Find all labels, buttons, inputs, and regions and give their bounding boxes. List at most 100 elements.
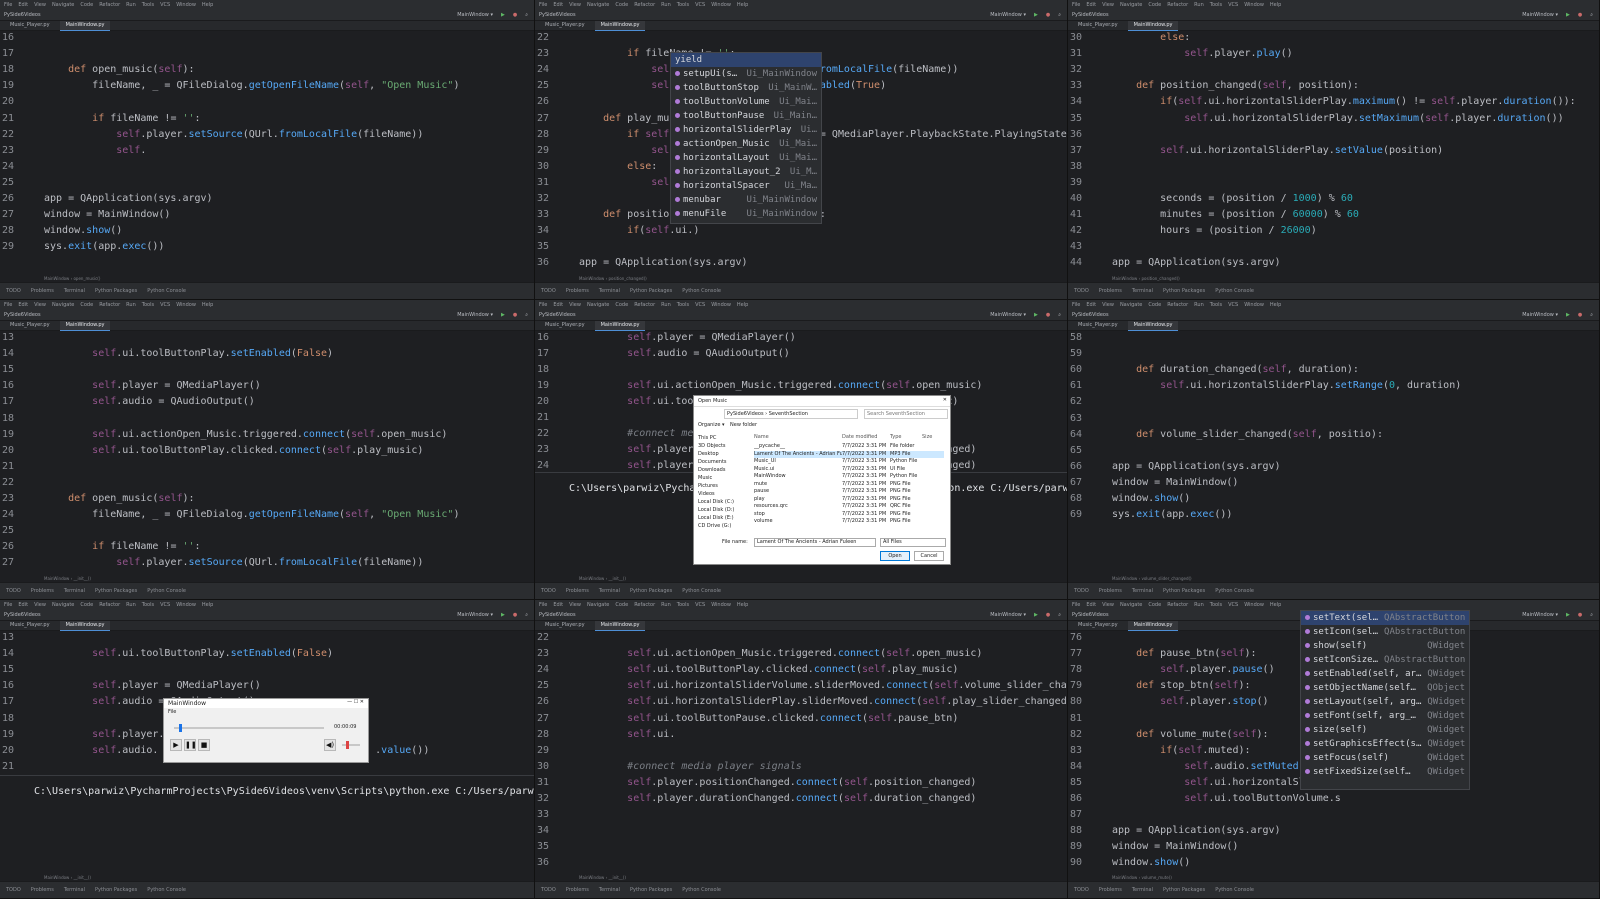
breadcrumb[interactable]: MainWindow › __init__() xyxy=(44,576,91,581)
code-editor[interactable]: 13 14 self.ui.toolButtonPlay.setEnabled(F… xyxy=(0,330,534,582)
column-header[interactable]: Name xyxy=(754,434,842,441)
tool-window-terminal[interactable]: Terminal xyxy=(1132,588,1153,594)
open-file-dialog[interactable]: Open Music ✕ PySide6Videos › SeventhSectio… xyxy=(693,395,951,565)
menu-item-code[interactable]: Code xyxy=(1148,2,1161,8)
tool-window-python-console[interactable]: Python Console xyxy=(682,588,721,594)
file-row[interactable]: mute 7/7/2022 3:31 PM PNG File xyxy=(754,481,944,488)
tool-window-terminal[interactable]: Terminal xyxy=(1132,288,1153,294)
menu-item-code[interactable]: Code xyxy=(615,2,628,8)
tool-window-python-console[interactable]: Python Console xyxy=(682,288,721,294)
tool-window-terminal[interactable]: Terminal xyxy=(64,288,85,294)
tool-window-problems[interactable]: Problems xyxy=(566,887,589,893)
tool-window-todo[interactable]: TODO xyxy=(6,887,21,893)
menu-item-vcs[interactable]: VCS xyxy=(160,2,170,8)
tab-music-player[interactable]: Music_Player.py xyxy=(4,321,56,330)
autocomplete-item[interactable]: setFont(self, arg_… QWidget xyxy=(1301,709,1469,723)
menu-item-tools[interactable]: Tools xyxy=(677,302,689,308)
run-icon[interactable]: ▶ xyxy=(1034,312,1038,318)
file-row[interactable]: resources.qrc 7/7/2022 3:31 PM QRC File xyxy=(754,503,944,510)
run-icon[interactable]: ▶ xyxy=(501,312,505,318)
search-icon[interactable]: ⌕ xyxy=(525,312,528,318)
nav-item[interactable]: Desktop xyxy=(698,450,746,458)
menu-item-navigate[interactable]: Navigate xyxy=(1120,2,1142,8)
project-name[interactable]: PySide6Videos xyxy=(539,612,576,618)
debug-icon[interactable]: ● xyxy=(513,312,517,318)
menu-item-navigate[interactable]: Navigate xyxy=(52,602,74,608)
project-name[interactable]: PySide6Videos xyxy=(4,12,41,18)
autocomplete-item[interactable]: setText(sel… QAbstractButton xyxy=(1301,611,1469,625)
menu-item-tools[interactable]: Tools xyxy=(1210,602,1222,608)
column-header[interactable]: Date modified xyxy=(842,434,890,441)
file-row[interactable]: MainWindow 7/7/2022 3:31 PM Python File xyxy=(754,473,944,480)
debug-icon[interactable]: ● xyxy=(1046,312,1050,318)
tab-music-player[interactable]: Music_Player.py xyxy=(1072,621,1124,630)
menu-item-help[interactable]: Help xyxy=(737,602,748,608)
tool-window-python-console[interactable]: Python Console xyxy=(682,887,721,893)
menu-item-file[interactable]: File xyxy=(1072,2,1080,8)
menu-item-code[interactable]: Code xyxy=(615,302,628,308)
menu-item-navigate[interactable]: Navigate xyxy=(1120,602,1142,608)
menu-item-refactor[interactable]: Refactor xyxy=(1167,602,1188,608)
menu-item-code[interactable]: Code xyxy=(80,302,93,308)
new-folder-button[interactable]: New folder xyxy=(730,422,757,428)
search-icon[interactable]: ⌕ xyxy=(1058,612,1061,618)
tool-window-todo[interactable]: TODO xyxy=(1074,288,1089,294)
search-icon[interactable]: ⌕ xyxy=(1058,312,1061,318)
menu-item-code[interactable]: Code xyxy=(80,602,93,608)
file-row[interactable]: Lament Of The Ancients - Adrian Fuleen7/… xyxy=(754,450,944,458)
tool-window-python-console[interactable]: Python Console xyxy=(1215,588,1254,594)
run-terminal[interactable]: C:\Users\parwiz\PycharmProjects\PySide6V… xyxy=(0,775,534,871)
menu-item-run[interactable]: Run xyxy=(661,2,671,8)
run-config-select[interactable]: MainWindow ▾ xyxy=(1522,612,1558,618)
player-menu-file[interactable]: File xyxy=(164,708,368,716)
tool-window-python-packages[interactable]: Python Packages xyxy=(95,288,137,294)
menu-item-run[interactable]: Run xyxy=(1194,2,1204,8)
menu-item-view[interactable]: View xyxy=(34,602,46,608)
tab-mainwindow[interactable]: MainWindow.py xyxy=(594,20,646,31)
menu-item-edit[interactable]: Edit xyxy=(1086,602,1096,608)
tool-window-python-packages[interactable]: Python Packages xyxy=(630,588,672,594)
project-name[interactable]: PySide6Videos xyxy=(1072,12,1109,18)
tool-window-python-console[interactable]: Python Console xyxy=(147,887,186,893)
nav-item[interactable]: Pictures xyxy=(698,482,746,490)
search-icon[interactable]: ⌕ xyxy=(1590,312,1593,318)
autocomplete-item[interactable]: setLayout(self, arg… QWidget xyxy=(1301,695,1469,709)
tool-window-python-packages[interactable]: Python Packages xyxy=(95,588,137,594)
menu-item-navigate[interactable]: Navigate xyxy=(587,302,609,308)
tool-window-python-packages[interactable]: Python Packages xyxy=(630,887,672,893)
menu-item-window[interactable]: Window xyxy=(711,2,731,8)
project-name[interactable]: PySide6Videos xyxy=(539,312,576,318)
code-editor[interactable]: 58 59 60 def duration_changed(self, durati… xyxy=(1068,330,1599,582)
tool-window-terminal[interactable]: Terminal xyxy=(64,887,85,893)
run-icon[interactable]: ▶ xyxy=(1034,612,1038,618)
autocomplete-item[interactable]: setFixedSize(self… QWidget xyxy=(1301,765,1469,779)
tool-window-python-console[interactable]: Python Console xyxy=(147,288,186,294)
debug-icon[interactable]: ● xyxy=(1578,12,1582,18)
menu-item-vcs[interactable]: VCS xyxy=(1228,602,1238,608)
cancel-button[interactable]: Cancel xyxy=(914,551,944,561)
tool-window-problems[interactable]: Problems xyxy=(31,588,54,594)
menu-item-edit[interactable]: Edit xyxy=(18,302,28,308)
menu-item-window[interactable]: Window xyxy=(176,602,196,608)
autocomplete-item[interactable]: horizontalLayout Ui_Mai… xyxy=(671,151,821,165)
tool-window-problems[interactable]: Problems xyxy=(1099,887,1122,893)
tab-mainwindow[interactable]: MainWindow.py xyxy=(594,620,646,631)
menu-item-help[interactable]: Help xyxy=(202,2,213,8)
run-icon[interactable]: ▶ xyxy=(501,612,505,618)
autocomplete-item[interactable]: setFocus(self) QWidget xyxy=(1301,751,1469,765)
run-config-select[interactable]: MainWindow ▾ xyxy=(457,612,493,618)
file-row[interactable]: __pycache__ 7/7/2022 3:31 PM File folder xyxy=(754,443,944,450)
tool-window-problems[interactable]: Problems xyxy=(1099,288,1122,294)
menu-item-navigate[interactable]: Navigate xyxy=(587,602,609,608)
tool-window-todo[interactable]: TODO xyxy=(6,288,21,294)
nav-item[interactable]: Local Disk (E:) xyxy=(698,514,746,522)
play-button[interactable]: ▶ xyxy=(170,739,182,751)
menu-item-refactor[interactable]: Refactor xyxy=(99,2,120,8)
run-config-select[interactable]: MainWindow ▾ xyxy=(990,612,1026,618)
menu-item-refactor[interactable]: Refactor xyxy=(634,2,655,8)
menu-item-edit[interactable]: Edit xyxy=(18,2,28,8)
file-row[interactable]: stop 7/7/2022 3:31 PM PNG File xyxy=(754,511,944,518)
tab-music-player[interactable]: Music_Player.py xyxy=(539,621,591,630)
menu-item-edit[interactable]: Edit xyxy=(1086,2,1096,8)
menu-item-code[interactable]: Code xyxy=(1148,302,1161,308)
